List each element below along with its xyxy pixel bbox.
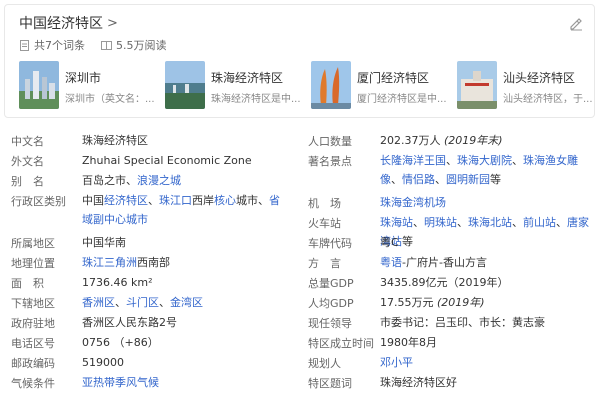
info-text: 、 bbox=[391, 173, 402, 186]
info-link[interactable]: 邓小平 bbox=[380, 356, 413, 369]
info-label: 车牌代码 bbox=[308, 237, 352, 250]
info-text: 、 bbox=[512, 154, 523, 167]
info-row: 机 场 珠海金湾机场 bbox=[0, 193, 600, 213]
entry-xiamen[interactable]: 厦门经济特区 厦门经济特区是中... bbox=[311, 61, 451, 109]
entry-name[interactable]: 汕头经济特区 bbox=[503, 69, 595, 86]
info-text: 202.37万人 bbox=[380, 134, 444, 147]
entry-thumbnail bbox=[311, 61, 351, 109]
info-link[interactable]: 珠海站 bbox=[380, 216, 413, 229]
info-link[interactable]: 前山站 bbox=[523, 216, 556, 229]
info-label: 人口数量 bbox=[308, 135, 352, 148]
collection-meta: 共7个词条 5.5万阅读 bbox=[19, 37, 183, 53]
entry-desc: 厦门经济特区是中... bbox=[357, 94, 447, 105]
entry-thumbnail bbox=[19, 61, 59, 109]
info-value: 珠海经济特区好 bbox=[380, 373, 590, 392]
document-icon bbox=[20, 39, 29, 51]
info-link[interactable]: 珠海金湾机场 bbox=[380, 196, 446, 209]
info-link[interactable]: 圆明新园 bbox=[446, 173, 490, 186]
entry-desc: 深圳市（英文名：... bbox=[65, 94, 155, 105]
info-text: 珠海经济特区好 bbox=[380, 376, 457, 389]
info-label: 方 言 bbox=[308, 257, 341, 270]
info-row: 人均GDP 17.55万元 (2019年) bbox=[0, 293, 600, 313]
info-link[interactable]: 珠海大剧院 bbox=[457, 154, 512, 167]
info-label: 特区题词 bbox=[308, 377, 352, 390]
info-text: 粤C bbox=[380, 236, 399, 249]
info-row: 方 言 粤语-广府片-香山方言 bbox=[0, 253, 600, 273]
collection-title[interactable]: 中国经济特区 bbox=[19, 13, 103, 33]
view-count: 5.5万阅读 bbox=[116, 39, 167, 52]
info-text: 、 bbox=[435, 173, 446, 186]
info-label: 机 场 bbox=[308, 197, 341, 210]
entry-count: 共7个词条 bbox=[34, 39, 85, 52]
info-row: 规划人 邓小平 bbox=[0, 353, 600, 373]
info-link[interactable]: 长隆海洋王国 bbox=[380, 154, 446, 167]
info-text: 17.55万元 bbox=[380, 296, 437, 309]
entry-shenzhen[interactable]: 深圳市 深圳市（英文名：... bbox=[19, 61, 159, 109]
info-row: 车牌代码 粤C bbox=[0, 233, 600, 253]
info-row: 特区成立时间 1980年8月 bbox=[0, 333, 600, 353]
entry-desc: 珠海经济特区是中... bbox=[211, 94, 301, 105]
entry-thumbnail bbox=[165, 61, 205, 109]
entry-shantou[interactable]: 汕头经济特区 汕头经济特区，于... bbox=[457, 61, 597, 109]
info-text: -广府片-香山方言 bbox=[402, 256, 487, 269]
entry-desc: 汕头经济特区，于... bbox=[503, 94, 593, 105]
info-label: 人均GDP bbox=[308, 297, 354, 310]
info-label: 著名景点 bbox=[308, 155, 352, 168]
entry-zhuhai[interactable]: 珠海经济特区 珠海经济特区是中... bbox=[165, 61, 305, 109]
info-row: 总量GDP 3435.89亿元（2019年） bbox=[0, 273, 600, 293]
info-value: 202.37万人 (2019年末) bbox=[380, 131, 590, 150]
info-text: 、 bbox=[446, 154, 457, 167]
info-text: 等 bbox=[490, 173, 501, 186]
info-label: 现任领导 bbox=[308, 317, 352, 330]
info-value: 珠海金湾机场 bbox=[380, 193, 590, 212]
info-value: 长隆海洋王国、珠海大剧院、珠海渔女雕像、情侣路、圆明新园等 bbox=[380, 151, 590, 189]
info-link[interactable]: 明珠站 bbox=[424, 216, 457, 229]
info-text: 3435.89亿元（2019年） bbox=[380, 276, 509, 289]
info-value: 邓小平 bbox=[380, 353, 590, 372]
info-text: (2019年) bbox=[437, 296, 485, 309]
info-label: 火车站 bbox=[308, 217, 341, 230]
views-icon bbox=[101, 40, 112, 50]
info-row: 著名景点 长隆海洋王国、珠海大剧院、珠海渔女雕像、情侣路、圆明新园等 bbox=[0, 151, 600, 193]
info-row: 人口数量 202.37万人 (2019年末) bbox=[0, 131, 600, 151]
info-link[interactable]: 珠海北站 bbox=[468, 216, 512, 229]
entry-list: 深圳市 深圳市（英文名：... 珠海经济特区 珠海经济特区是中... 厦门经济特… bbox=[19, 61, 593, 109]
info-text: 1980年8月 bbox=[380, 336, 437, 349]
info-row: 火车站 珠海站、明珠站、珠海北站、前山站、唐家湾站等 bbox=[0, 213, 600, 248]
entry-name[interactable]: 厦门经济特区 bbox=[357, 69, 449, 86]
info-link[interactable]: 粤语 bbox=[380, 256, 402, 269]
info-value: 粤语-广府片-香山方言 bbox=[380, 253, 590, 272]
info-text: 、 bbox=[457, 216, 468, 229]
info-row: 现任领导 市委书记：吕玉印、市长：黄志豪 bbox=[0, 313, 600, 333]
info-label: 总量GDP bbox=[308, 277, 354, 290]
info-value: 粤C bbox=[380, 233, 590, 252]
chevron-right-icon: > bbox=[107, 15, 118, 31]
info-text: 、 bbox=[556, 216, 567, 229]
info-value: 3435.89亿元（2019年） bbox=[380, 273, 590, 292]
info-label: 规划人 bbox=[308, 357, 341, 370]
info-label: 特区成立时间 bbox=[308, 337, 374, 350]
edit-icon[interactable] bbox=[568, 15, 584, 31]
info-value: 17.55万元 (2019年) bbox=[380, 293, 590, 312]
collection-card: 中国经济特区 > 共7个词条 5.5万阅读 深圳市 深圳市（英文名：... 珠海… bbox=[4, 4, 595, 118]
collection-title-link[interactable]: 中国经济特区 > bbox=[19, 13, 118, 33]
info-row: 特区题词 珠海经济特区好 bbox=[0, 373, 600, 393]
entry-thumbnail bbox=[457, 61, 497, 109]
info-link[interactable]: 情侣路 bbox=[402, 173, 435, 186]
info-value: 市委书记：吕玉印、市长：黄志豪 bbox=[380, 313, 590, 332]
info-text: (2019年末) bbox=[444, 134, 503, 147]
info-text: 、 bbox=[512, 216, 523, 229]
entry-name[interactable]: 珠海经济特区 bbox=[211, 69, 303, 86]
info-value: 1980年8月 bbox=[380, 333, 590, 352]
entry-name[interactable]: 深圳市 bbox=[65, 69, 157, 86]
info-text: 市委书记：吕玉印、市长：黄志豪 bbox=[380, 316, 545, 329]
info-text: 、 bbox=[413, 216, 424, 229]
